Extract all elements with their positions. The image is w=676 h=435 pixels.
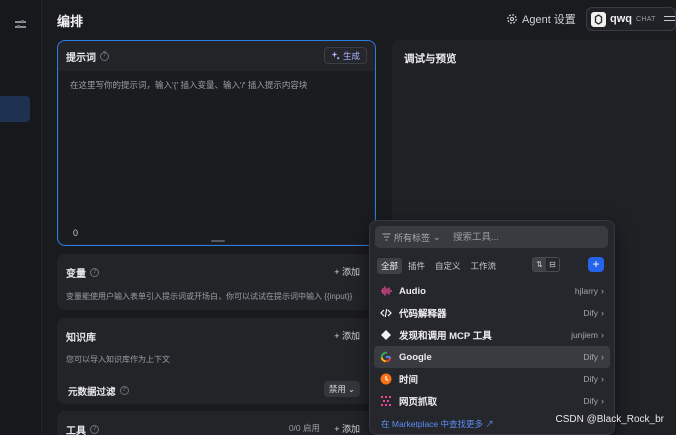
resize-handle[interactable] xyxy=(211,240,225,242)
tool-author: Dify xyxy=(583,308,598,318)
help-icon[interactable] xyxy=(90,425,99,434)
diamond-icon xyxy=(380,329,392,341)
tool-search-input[interactable] xyxy=(453,231,593,243)
prompt-placeholder: 在这里写你的提示词，输入'{' 插入变量、输入'/' 插入提示内容块 xyxy=(70,80,308,90)
create-tool-button[interactable]: + xyxy=(588,257,604,272)
chevron-down-icon: ⌄ xyxy=(347,383,355,394)
agent-settings-label: Agent 设置 xyxy=(522,14,576,26)
help-icon[interactable] xyxy=(119,386,129,395)
knowledge-description: 您可以导入知识库作为上下文 xyxy=(66,355,170,364)
web-scraper-icon xyxy=(380,395,392,407)
view-toggle: ⇅ ⊟ xyxy=(532,257,560,272)
debug-preview-title: 调试与预览 xyxy=(404,53,457,65)
tab-custom[interactable]: 自定义 xyxy=(431,258,465,274)
add-tool-button[interactable]: + 添加 xyxy=(334,422,360,435)
tool-item-google[interactable]: Google Dify › xyxy=(374,346,610,368)
tool-name: 发现和调用 MCP 工具 xyxy=(399,331,492,342)
tool-name: 时间 xyxy=(399,375,419,386)
tool-name: 代码解释器 xyxy=(399,309,447,320)
prompt-textarea[interactable]: 在这里写你的提示词，输入'{' 插入变量、输入'/' 插入提示内容块 0 xyxy=(59,71,374,244)
watermark: CSDN @Black_Rock_br xyxy=(555,414,664,425)
prompt-label: 提示词 xyxy=(66,52,96,64)
model-params-icon[interactable] xyxy=(663,14,675,24)
add-variable-button[interactable]: + 添加 xyxy=(334,265,360,278)
marketplace-link[interactable]: 在 Marketplace 中查找更多 ↗ xyxy=(381,418,494,430)
metadata-filter-select[interactable]: 禁用 ⌄ xyxy=(323,381,360,397)
tool-item-code-interpreter[interactable]: 代码解释器 Dify › xyxy=(374,302,610,324)
filter-icon xyxy=(382,233,391,241)
left-rail xyxy=(0,0,42,435)
tool-name: Audio xyxy=(399,285,426,297)
tab-all[interactable]: 全部 xyxy=(377,258,403,274)
prompt-editor-card: 提示词 生成 在这里写你的提示词，输入'{' 插入变量、输入'/' 插入提示内容… xyxy=(57,40,376,246)
metadata-filter-value: 禁用 xyxy=(328,384,346,394)
tool-item-mcp[interactable]: 发现和调用 MCP 工具 junjiem › xyxy=(374,324,610,346)
metadata-filter-label: 元数据过滤 xyxy=(68,384,129,398)
tool-author: hjlarry xyxy=(574,286,598,296)
prompt-char-count: 0 xyxy=(73,228,79,238)
tool-category-tabs: 全部 插件 自定义 工作流 xyxy=(377,258,500,274)
chevron-down-icon: ⌄ xyxy=(433,231,441,242)
chevron-right-icon: › xyxy=(601,374,604,384)
tool-search-bar: 所有标签 ⌄ xyxy=(375,226,608,248)
tool-picker-popover: 所有标签 ⌄ 全部 插件 自定义 工作流 ⇅ ⊟ + Audio hjlarry… xyxy=(369,220,615,435)
tool-item-time[interactable]: 时间 Dify › xyxy=(374,368,610,390)
tab-workflow[interactable]: 工作流 xyxy=(467,258,501,274)
tools-enabled-count: 0/0 启用 xyxy=(288,423,320,433)
tab-plugins[interactable]: 插件 xyxy=(404,258,429,274)
code-icon xyxy=(380,307,392,319)
tool-author: Dify xyxy=(583,352,598,362)
variables-title: 变量 xyxy=(66,265,99,280)
config-sliders-icon[interactable] xyxy=(15,18,28,30)
tool-name: Google xyxy=(399,351,432,363)
chevron-right-icon: › xyxy=(601,352,604,362)
list-view-icon[interactable]: ⇅ xyxy=(533,258,546,271)
model-name: qwq xyxy=(610,13,632,25)
generate-button[interactable]: 生成 xyxy=(323,47,367,64)
agent-settings-button[interactable]: Agent 设置 xyxy=(506,9,576,29)
variables-card: 变量 + 添加 变量能使用户输入表单引入提示词或开场白，你可以试试在提示词中输入… xyxy=(57,254,376,310)
generate-label: 生成 xyxy=(342,50,360,61)
tag-filter-label: 所有标签 xyxy=(394,232,431,243)
tool-item-audio[interactable]: Audio hjlarry › xyxy=(374,280,610,302)
tree-view-icon[interactable]: ⊟ xyxy=(546,258,559,271)
page-title: 编排 xyxy=(57,14,84,29)
gear-icon xyxy=(507,14,517,24)
chevron-right-icon: › xyxy=(601,330,604,340)
knowledge-title: 知识库 xyxy=(66,333,96,344)
model-selector[interactable]: qwq CHAT xyxy=(586,7,676,31)
tool-name: 网页抓取 xyxy=(399,397,438,408)
tool-author: Dify xyxy=(583,396,598,406)
google-icon xyxy=(380,351,392,363)
tool-item-web-scraper[interactable]: 网页抓取 Dify › xyxy=(374,390,610,412)
help-icon[interactable] xyxy=(100,51,109,61)
model-logo-icon xyxy=(591,11,606,27)
help-icon[interactable] xyxy=(90,268,99,277)
chevron-right-icon: › xyxy=(601,286,604,296)
tools-card: 工具 0/0 启用 + 添加 xyxy=(57,411,376,435)
audio-icon xyxy=(380,285,392,297)
tool-author: junjiem xyxy=(571,330,598,340)
model-mode-badge: CHAT xyxy=(636,15,656,23)
add-knowledge-button[interactable]: + 添加 xyxy=(334,329,360,342)
tool-author: Dify xyxy=(583,374,598,384)
clock-icon xyxy=(380,373,392,385)
chevron-right-icon: › xyxy=(601,396,604,406)
sparkle-icon xyxy=(331,51,340,60)
tools-title: 工具 xyxy=(66,422,99,435)
variables-description: 变量能使用户输入表单引入提示词或开场白，你可以试试在提示词中输入 {{input… xyxy=(66,292,353,301)
knowledge-card: 知识库 + 添加 您可以导入知识库作为上下文 元数据过滤 禁用 ⌄ xyxy=(57,318,376,404)
chevron-right-icon: › xyxy=(601,308,604,318)
rail-active-item[interactable] xyxy=(0,96,30,122)
tag-filter-select[interactable]: 所有标签 ⌄ xyxy=(375,231,453,244)
tool-list: Audio hjlarry › 代码解释器 Dify › 发现和调用 MCP 工… xyxy=(370,280,614,412)
